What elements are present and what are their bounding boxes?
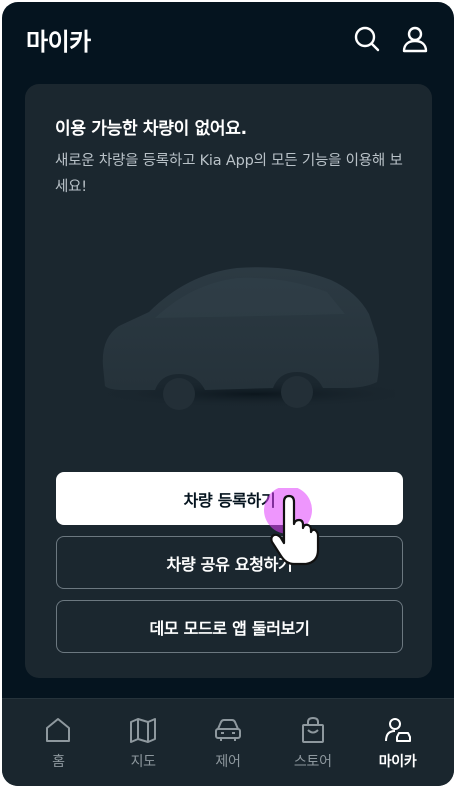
user-icon[interactable] <box>400 24 430 54</box>
no-vehicle-card: 이용 가능한 차량이 없어요. 새로운 차량을 등록하고 Kia App의 모든… <box>25 84 432 678</box>
nav-item-mycar[interactable]: 마이카 <box>363 715 433 771</box>
card-title: 이용 가능한 차량이 없어요. <box>55 119 247 139</box>
demo-mode-button[interactable]: 데모 모드로 앱 둘러보기 <box>56 600 403 653</box>
mycar-user-icon <box>383 715 413 745</box>
page-title: 마이카 <box>26 28 91 56</box>
request-vehicle-share-button[interactable]: 차량 공유 요청하기 <box>56 536 403 589</box>
nav-item-home[interactable]: 홈 <box>23 715 93 771</box>
search-icon[interactable] <box>352 24 382 54</box>
register-vehicle-button[interactable]: 차량 등록하기 <box>56 472 403 525</box>
nav-label-home: 홈 <box>52 754 65 770</box>
shopping-bag-icon <box>298 715 328 745</box>
nav-label-map: 지도 <box>130 754 156 770</box>
card-description: 새로운 차량을 등록하고 Kia App의 모든 기능을 이용해 보세요! <box>55 153 403 195</box>
car-control-icon <box>213 715 243 745</box>
nav-item-map[interactable]: 지도 <box>108 715 178 771</box>
car-silhouette-illustration <box>85 254 425 424</box>
nav-item-control[interactable]: 제어 <box>193 715 263 771</box>
nav-label-mycar: 마이카 <box>378 754 417 770</box>
home-icon <box>43 715 73 745</box>
nav-label-store: 스토어 <box>293 754 332 770</box>
map-icon <box>128 715 158 745</box>
top-bar: 마이카 <box>2 2 454 78</box>
nav-item-store[interactable]: 스토어 <box>278 715 348 771</box>
app-screen: 마이카 이용 가능한 차량이 없어요. 새로운 차량을 등록하고 Kia App… <box>2 2 454 786</box>
bottom-navigation: 홈 지도 제어 스토어 마이카 <box>2 698 454 786</box>
nav-label-control: 제어 <box>215 754 241 770</box>
